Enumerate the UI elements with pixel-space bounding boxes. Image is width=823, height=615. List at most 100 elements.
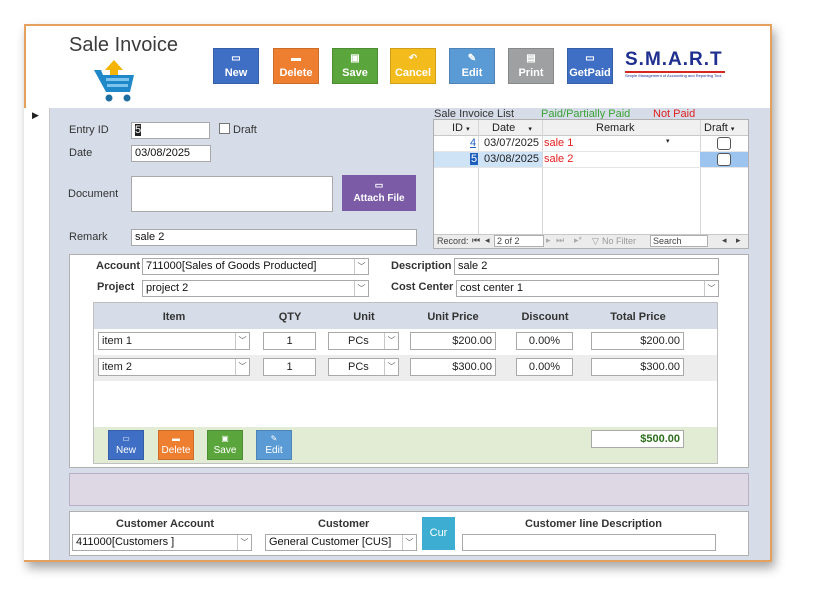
entry-id-field[interactable]: 5 xyxy=(131,122,210,139)
line-new-button[interactable]: ▭ New xyxy=(108,430,144,460)
grand-total-field: $500.00 xyxy=(591,430,684,448)
column-date[interactable]: Date ▾ xyxy=(492,122,542,134)
description-label: Description xyxy=(391,260,452,272)
last-record-icon[interactable]: ⏭ xyxy=(556,235,564,246)
scroll-left-icon[interactable]: ◂ xyxy=(722,235,727,246)
row-draft-checkbox[interactable] xyxy=(717,137,731,150)
new-document-icon: ▭ xyxy=(122,434,130,443)
remark-label: Remark xyxy=(69,231,108,243)
edit-icon: ✎ xyxy=(270,434,278,443)
chevron-down-icon[interactable]: ﹀ xyxy=(354,281,368,296)
cost-center-select[interactable]: cost center 1 ﹀ xyxy=(456,280,719,297)
table-row[interactable]: 4 03/07/2025 sale 1 xyxy=(434,136,748,152)
column-draft[interactable]: Draft ▾ xyxy=(704,122,748,134)
print-icon: ▤ xyxy=(526,53,536,64)
chevron-down-icon[interactable]: ﹀ xyxy=(237,535,251,550)
line-save-button[interactable]: ▣ Save xyxy=(207,430,243,460)
currency-button[interactable]: Cur xyxy=(422,517,455,550)
chevron-down-icon[interactable]: ﹀ xyxy=(235,359,249,375)
customer-line-description-label: Customer line Description xyxy=(525,518,662,530)
cost-center-label: Cost Center xyxy=(391,281,454,293)
item-select[interactable]: item 1 ﹀ xyxy=(98,332,250,350)
sort-icon: ▾ xyxy=(730,126,735,133)
row-draft-checkbox[interactable] xyxy=(717,153,731,166)
smart-logo: S.M.A.R.T Simple Management of Accountin… xyxy=(625,50,725,80)
unit-select[interactable]: PCs ﹀ xyxy=(328,332,399,350)
customer-line-description-field[interactable] xyxy=(462,534,716,551)
table-row[interactable]: 5 03/08/2025 sale 2 xyxy=(434,152,748,168)
attach-file-button[interactable]: ▭ Attach File xyxy=(342,175,416,211)
discount-field[interactable]: 0.00% xyxy=(516,358,573,376)
draft-checkbox[interactable] xyxy=(219,123,230,134)
delete-icon: ▬ xyxy=(172,434,180,443)
record-selector-bar: ▶ xyxy=(24,108,50,560)
first-record-icon[interactable]: ⏮ xyxy=(472,235,480,246)
getpaid-button[interactable]: ▭ GetPaid xyxy=(567,48,613,84)
unit-select[interactable]: PCs ﹀ xyxy=(328,358,399,376)
customer-account-select[interactable]: 411000[Customers ] ﹀ xyxy=(72,534,252,551)
date-field[interactable]: 03/08/2025 xyxy=(131,145,211,162)
account-label: Account xyxy=(96,260,140,272)
filter-icon: ▽ xyxy=(592,236,599,246)
qty-field[interactable]: 1 xyxy=(263,358,316,376)
account-select[interactable]: 711000[Sales of Goods Producted] ﹀ xyxy=(142,258,369,275)
scroll-right-icon[interactable]: ▸ xyxy=(736,235,741,246)
cash-icon: ▭ xyxy=(585,53,595,64)
sort-icon: ▾ xyxy=(466,126,470,133)
undo-icon: ↶ xyxy=(408,53,418,64)
cancel-button[interactable]: ↶ Cancel xyxy=(390,48,436,84)
discount-field[interactable]: 0.00% xyxy=(516,332,573,350)
date-label: Date xyxy=(69,147,93,159)
customer-label: Customer xyxy=(318,518,370,530)
table-row[interactable]: item 1 ﹀ 1 PCs ﹀ $200.00 0.00% $200.00 xyxy=(94,329,717,355)
paperclip-icon: ▭ xyxy=(374,180,384,190)
total-price-field: $200.00 xyxy=(591,332,684,350)
current-record-arrow-icon: ▶ xyxy=(32,110,39,120)
new-document-icon: ▭ xyxy=(231,53,241,64)
delete-button[interactable]: ▬ Delete xyxy=(273,48,319,84)
column-id[interactable]: ID ▾ xyxy=(452,122,476,134)
document-field[interactable] xyxy=(131,176,333,212)
print-button[interactable]: ▤ Print xyxy=(508,48,554,84)
draft-label: Draft xyxy=(233,124,257,136)
grid-footer: ▭ New ▬ Delete ▣ Save ✎ Edit $500.00 xyxy=(94,427,717,463)
edit-button[interactable]: ✎ Edit xyxy=(449,48,495,84)
save-icon: ▣ xyxy=(350,53,360,64)
chevron-down-icon[interactable]: ﹀ xyxy=(704,281,718,296)
table-row[interactable]: item 2 ﹀ 1 PCs ﹀ $300.00 0.00% $300.00 xyxy=(94,355,717,381)
document-label: Document xyxy=(68,188,119,200)
unit-price-field[interactable]: $200.00 xyxy=(410,332,496,350)
chevron-down-icon[interactable]: ﹀ xyxy=(235,333,249,349)
total-price-field: $300.00 xyxy=(591,358,684,376)
edit-icon: ✎ xyxy=(467,53,477,64)
shopping-cart-upload-icon xyxy=(92,58,136,104)
customer-account-label: Customer Account xyxy=(116,518,214,530)
sort-icon: ▾ xyxy=(528,126,532,133)
customer-select[interactable]: General Customer [CUS] ﹀ xyxy=(265,534,417,551)
item-select[interactable]: item 2 ﹀ xyxy=(98,358,250,376)
new-record-icon[interactable]: ▸* xyxy=(574,235,582,246)
project-select[interactable]: project 2 ﹀ xyxy=(142,280,369,297)
line-edit-button[interactable]: ✎ Edit xyxy=(256,430,292,460)
chevron-down-icon[interactable]: ﹀ xyxy=(384,333,398,349)
invoice-list-grid: ID ▾ Date ▾ Remark ▾ Draft ▾ 4 03/07/202… xyxy=(433,119,749,249)
save-button[interactable]: ▣ Save xyxy=(332,48,378,84)
page-title: Sale Invoice xyxy=(69,34,178,56)
new-button[interactable]: ▭ New xyxy=(213,48,259,84)
chevron-down-icon[interactable]: ﹀ xyxy=(354,259,368,274)
chevron-down-icon[interactable]: ﹀ xyxy=(402,535,416,550)
entry-id-label: Entry ID xyxy=(69,124,109,136)
chevron-down-icon[interactable]: ﹀ xyxy=(384,359,398,375)
remark-field[interactable]: sale 2 xyxy=(131,229,417,246)
line-delete-button[interactable]: ▬ Delete xyxy=(158,430,194,460)
unit-price-field[interactable]: $300.00 xyxy=(410,358,496,376)
line-items-grid: Item QTY Unit Unit Price Discount Total … xyxy=(93,302,718,464)
description-field[interactable]: sale 2 xyxy=(454,258,719,275)
delete-icon: ▬ xyxy=(291,53,301,64)
qty-field[interactable]: 1 xyxy=(263,332,316,350)
project-label: Project xyxy=(97,281,135,293)
save-icon: ▣ xyxy=(221,434,229,443)
notes-band xyxy=(69,473,749,506)
prev-record-icon[interactable]: ◂ xyxy=(485,235,490,246)
next-record-icon[interactable]: ▸ xyxy=(546,235,551,246)
